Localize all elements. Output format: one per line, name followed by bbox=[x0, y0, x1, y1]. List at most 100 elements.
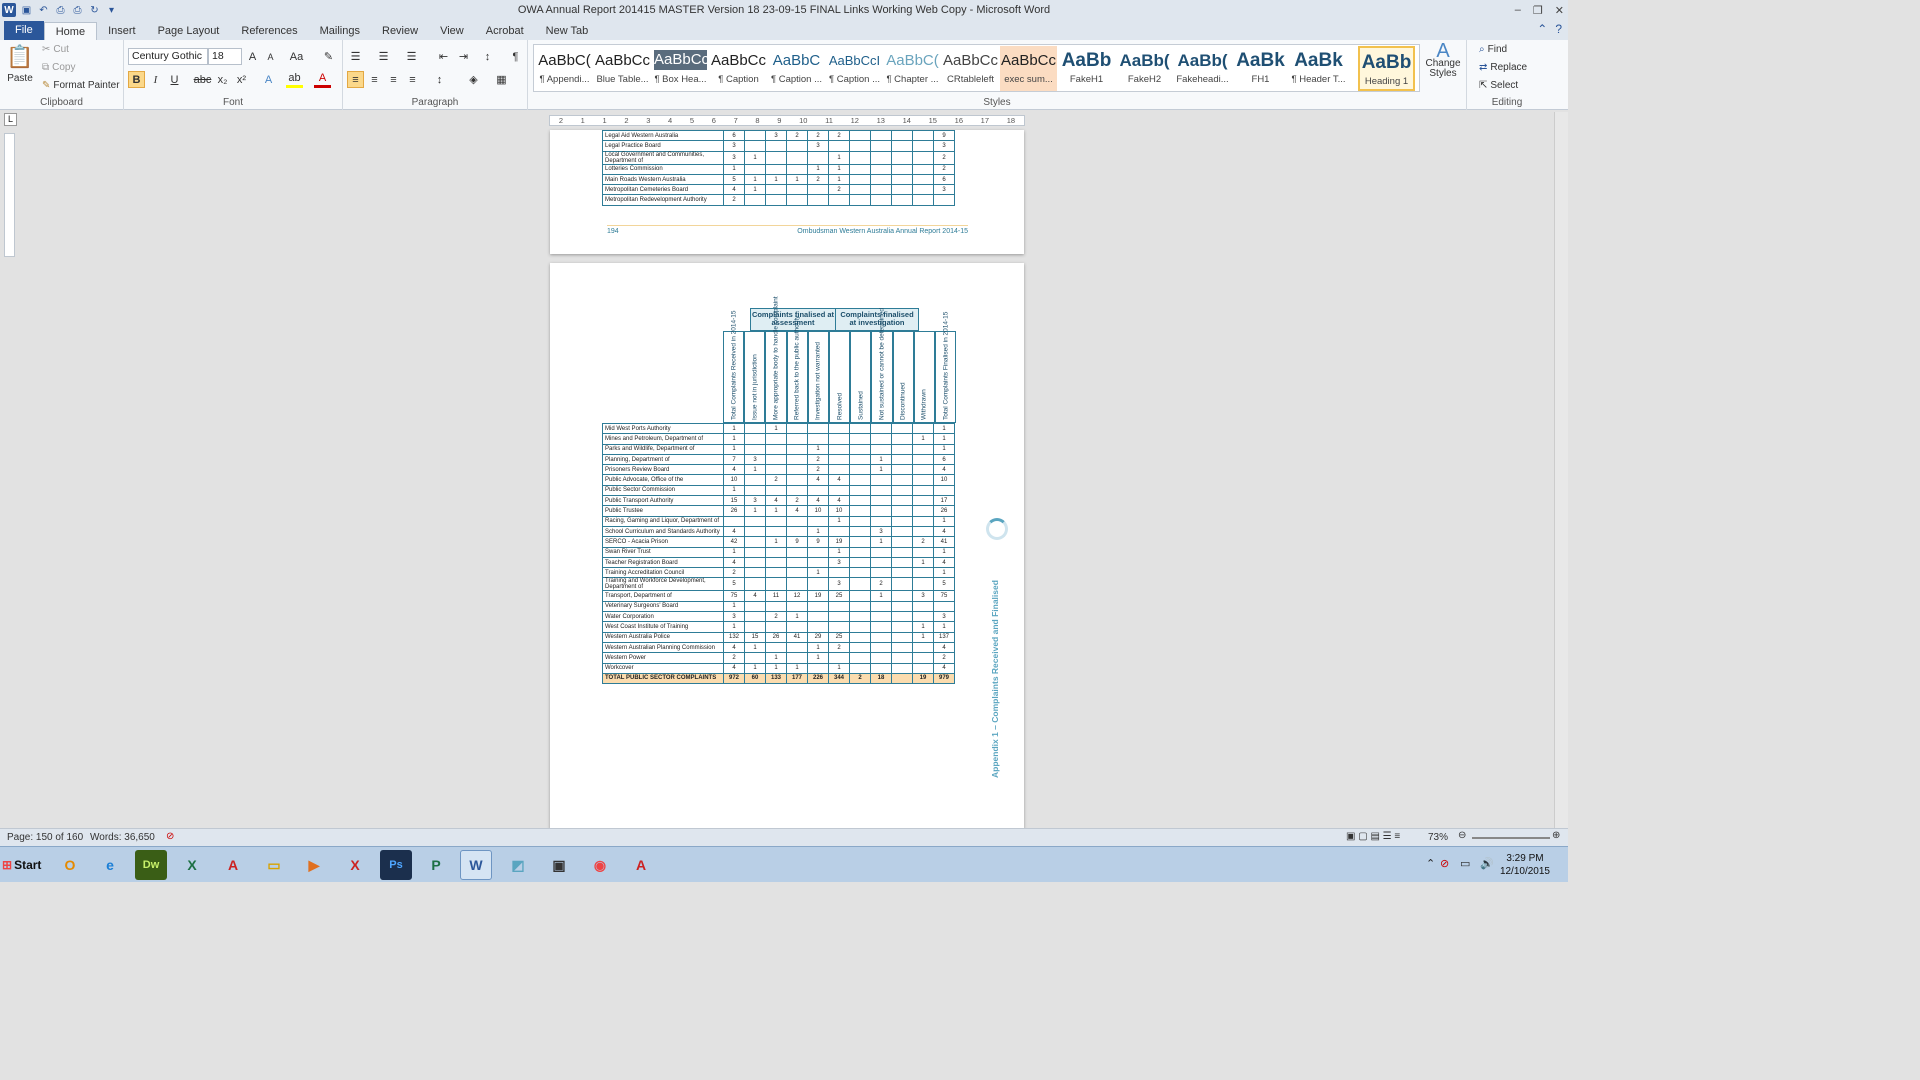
style-box-heading[interactable]: AaBbCc ¶ Box Hea... bbox=[652, 46, 709, 91]
numbering-icon[interactable]: ☰ bbox=[375, 48, 392, 65]
replace-button[interactable]: ⇄ Replace bbox=[1479, 62, 1527, 73]
grow-font-icon[interactable]: A bbox=[244, 48, 261, 65]
dreamweaver-icon[interactable]: Dw bbox=[135, 850, 167, 880]
style-fakeh1[interactable]: AaBb FakeH1 bbox=[1058, 46, 1115, 91]
style-heading-1[interactable]: AaBb Heading 1 bbox=[1358, 46, 1415, 91]
text-effects-icon[interactable]: A bbox=[260, 71, 277, 88]
notebook-icon[interactable]: ◩ bbox=[502, 850, 534, 880]
copy-button[interactable]: ⧉ Copy bbox=[42, 62, 76, 73]
paste-button[interactable]: 📋 Paste bbox=[6, 44, 34, 84]
tab-acrobat[interactable]: Acrobat bbox=[475, 22, 535, 40]
media-player-icon[interactable]: ▶ bbox=[298, 850, 330, 880]
system-clock[interactable]: 3:29 PM 12/10/2015 bbox=[1500, 852, 1550, 878]
restore-icon[interactable]: ❐ bbox=[1533, 4, 1543, 17]
page-count[interactable]: Page: 150 of 160 bbox=[7, 832, 83, 843]
style-fakeheading[interactable]: AaBb(Fakeheadi... bbox=[1174, 46, 1231, 91]
quick-print-icon[interactable]: ⎙ bbox=[71, 4, 84, 17]
shrink-font-icon[interactable]: A bbox=[262, 48, 279, 65]
select-button[interactable]: ⇱ Select bbox=[1479, 80, 1518, 91]
increase-indent-icon[interactable]: ⇥ bbox=[455, 48, 472, 65]
borders-icon[interactable]: ▦ bbox=[493, 71, 510, 88]
chrome-icon[interactable]: ◉ bbox=[584, 850, 616, 880]
acrobat-icon[interactable]: A bbox=[217, 850, 249, 880]
minimize-ribbon-icon[interactable]: ⌃ bbox=[1537, 22, 1547, 36]
tab-insert[interactable]: Insert bbox=[97, 22, 147, 40]
show-formatting-icon[interactable]: ¶ bbox=[507, 48, 524, 65]
style-caption-3[interactable]: AaBbCcI ¶ Caption ... bbox=[826, 46, 883, 91]
tray-display-icon[interactable]: ▭ bbox=[1460, 857, 1470, 870]
zoom-level[interactable]: 73% bbox=[1428, 832, 1448, 843]
vertical-scrollbar[interactable] bbox=[1554, 112, 1568, 828]
strikethrough-icon[interactable]: abc bbox=[194, 71, 212, 88]
tab-references[interactable]: References bbox=[230, 22, 308, 40]
zoom-in-icon[interactable]: ⊕ bbox=[1552, 830, 1560, 841]
photoshop-icon[interactable]: Ps bbox=[380, 850, 412, 880]
word-logo-icon[interactable]: W bbox=[2, 3, 16, 17]
print-preview-icon[interactable]: ⎙ bbox=[54, 4, 67, 17]
font-name-combo[interactable]: Century Gothic bbox=[128, 48, 208, 65]
shading-icon[interactable]: ◈ bbox=[465, 71, 482, 88]
tab-new-tab[interactable]: New Tab bbox=[535, 22, 600, 40]
font-size-combo[interactable]: 18 bbox=[208, 48, 242, 65]
internet-explorer-icon[interactable]: e bbox=[94, 850, 126, 880]
proofing-icon[interactable]: ⊘ bbox=[166, 831, 174, 842]
multilevel-list-icon[interactable]: ☰ bbox=[403, 48, 420, 65]
x-app-icon[interactable]: X bbox=[339, 850, 371, 880]
bullets-icon[interactable]: ☰ bbox=[347, 48, 364, 65]
zoom-slider[interactable] bbox=[1472, 837, 1550, 839]
save-icon[interactable]: ▣ bbox=[20, 4, 33, 17]
redo-icon[interactable]: ↻ bbox=[88, 4, 101, 17]
find-button[interactable]: ⌕ Find bbox=[1479, 44, 1507, 55]
outlook-icon[interactable]: O bbox=[54, 850, 86, 880]
style-fakeh2[interactable]: AaBb(FakeH2 bbox=[1116, 46, 1173, 91]
tab-mailings[interactable]: Mailings bbox=[309, 22, 371, 40]
change-styles-button[interactable]: A Change Styles bbox=[1425, 41, 1461, 79]
line-spacing-icon[interactable]: ↕ bbox=[431, 71, 448, 88]
style-fh1[interactable]: AaBk FH1 bbox=[1232, 46, 1289, 91]
ruler-tab-selector[interactable]: L bbox=[4, 113, 17, 126]
word-count[interactable]: Words: 36,650 bbox=[90, 832, 155, 843]
superscript-icon[interactable]: x² bbox=[233, 71, 250, 88]
change-case-icon[interactable]: Aa bbox=[288, 48, 305, 65]
cut-button[interactable]: ✂ Cut bbox=[42, 44, 69, 55]
subscript-icon[interactable]: x₂ bbox=[214, 71, 231, 88]
help-icon[interactable]: ? bbox=[1555, 22, 1562, 36]
vertical-ruler[interactable] bbox=[4, 133, 15, 257]
tab-home[interactable]: Home bbox=[43, 22, 98, 40]
close-icon[interactable]: ✕ bbox=[1555, 4, 1564, 17]
style-caption[interactable]: AaBbCc ¶ Caption bbox=[710, 46, 767, 91]
sort-icon[interactable]: ↕ bbox=[479, 48, 496, 65]
pdf-icon[interactable]: A bbox=[625, 850, 657, 880]
style-crtableleft[interactable]: AaBbCc CRtableleft bbox=[942, 46, 999, 91]
style-caption-2[interactable]: AaBbC ¶ Caption ... bbox=[768, 46, 825, 91]
bold-icon[interactable]: B bbox=[128, 71, 145, 88]
align-left-icon[interactable]: ≡ bbox=[347, 71, 364, 88]
minimize-icon[interactable]: – bbox=[1515, 4, 1521, 16]
word-taskbar-icon[interactable]: W bbox=[460, 850, 492, 880]
font-color-icon[interactable]: A bbox=[314, 71, 331, 88]
publisher-icon[interactable]: P bbox=[420, 850, 452, 880]
format-painter-button[interactable]: ✎ Format Painter bbox=[42, 80, 120, 91]
style-header-table[interactable]: AaBk ¶ Header T... bbox=[1290, 46, 1347, 91]
start-button[interactable]: ⊞ Start bbox=[2, 853, 44, 877]
tab-file[interactable]: File bbox=[4, 21, 44, 40]
file-explorer-icon[interactable]: ▭ bbox=[258, 850, 290, 880]
customize-toolbar-icon[interactable]: ▾ bbox=[105, 4, 118, 17]
tray-network-icon[interactable]: ⊘ bbox=[1440, 857, 1449, 870]
decrease-indent-icon[interactable]: ⇤ bbox=[435, 48, 452, 65]
style-exec-summary[interactable]: AaBbCc exec sum... bbox=[1000, 46, 1057, 91]
excel-icon[interactable]: X bbox=[176, 850, 208, 880]
horizontal-ruler[interactable]: 2 1 1 2 3 4 5 6 7 8 9 10 11 12 13 14 15 16 17 18 bbox=[549, 115, 1025, 126]
tray-chevron-icon[interactable]: ⌃ bbox=[1426, 857, 1435, 870]
style-blue-table[interactable]: AaBbCc Blue Table... bbox=[594, 46, 651, 91]
clear-formatting-icon[interactable]: ✎ bbox=[320, 48, 337, 65]
style-appendix[interactable]: AaBbC(¶ Appendi... bbox=[536, 46, 593, 91]
italic-icon[interactable]: I bbox=[147, 71, 164, 88]
zoom-out-icon[interactable]: ⊖ bbox=[1458, 830, 1466, 841]
tab-view[interactable]: View bbox=[429, 22, 475, 40]
justify-icon[interactable]: ≡ bbox=[404, 71, 421, 88]
style-chapter[interactable]: AaBbC(¶ Chapter ... bbox=[884, 46, 941, 91]
highlight-icon[interactable]: ab bbox=[286, 71, 303, 88]
tab-page-layout[interactable]: Page Layout bbox=[147, 22, 231, 40]
tab-review[interactable]: Review bbox=[371, 22, 429, 40]
